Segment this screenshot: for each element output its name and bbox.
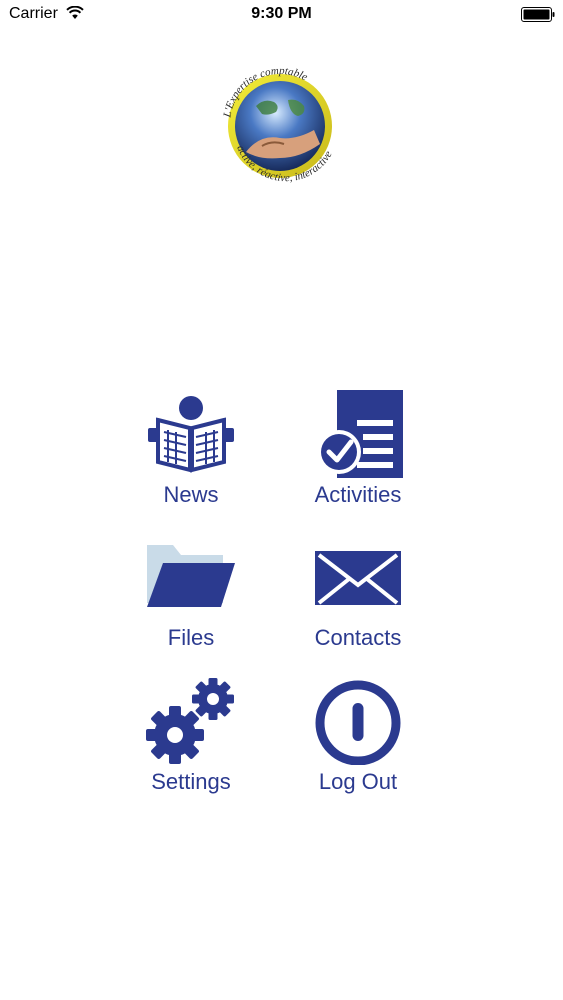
status-time: 9:30 PM xyxy=(251,5,312,22)
folder-icon xyxy=(111,533,271,623)
news-label: News xyxy=(163,482,219,507)
battery-icon xyxy=(521,7,555,22)
contacts-label: Contacts xyxy=(314,625,402,650)
checklist-document-icon xyxy=(278,390,438,480)
log-out-label: Log Out xyxy=(318,769,398,794)
files-button[interactable]: Files xyxy=(111,533,271,658)
settings-label: Settings xyxy=(151,769,231,794)
contacts-button[interactable]: Contacts xyxy=(278,533,438,658)
settings-button[interactable]: Settings xyxy=(111,677,271,802)
news-button[interactable]: News xyxy=(111,390,271,515)
activities-button[interactable]: Activities xyxy=(278,390,438,515)
newspaper-reader-icon xyxy=(111,390,271,480)
company-logo: L'Expertise comptable active, réactive, … xyxy=(216,54,344,194)
log-out-button[interactable]: Log Out xyxy=(278,677,438,802)
envelope-icon xyxy=(278,533,438,623)
gears-icon xyxy=(111,677,271,767)
power-icon xyxy=(278,677,438,767)
activities-label: Activities xyxy=(314,482,402,507)
files-label: Files xyxy=(167,625,215,650)
status-bar: Carrier 9:30 PM xyxy=(0,0,563,30)
